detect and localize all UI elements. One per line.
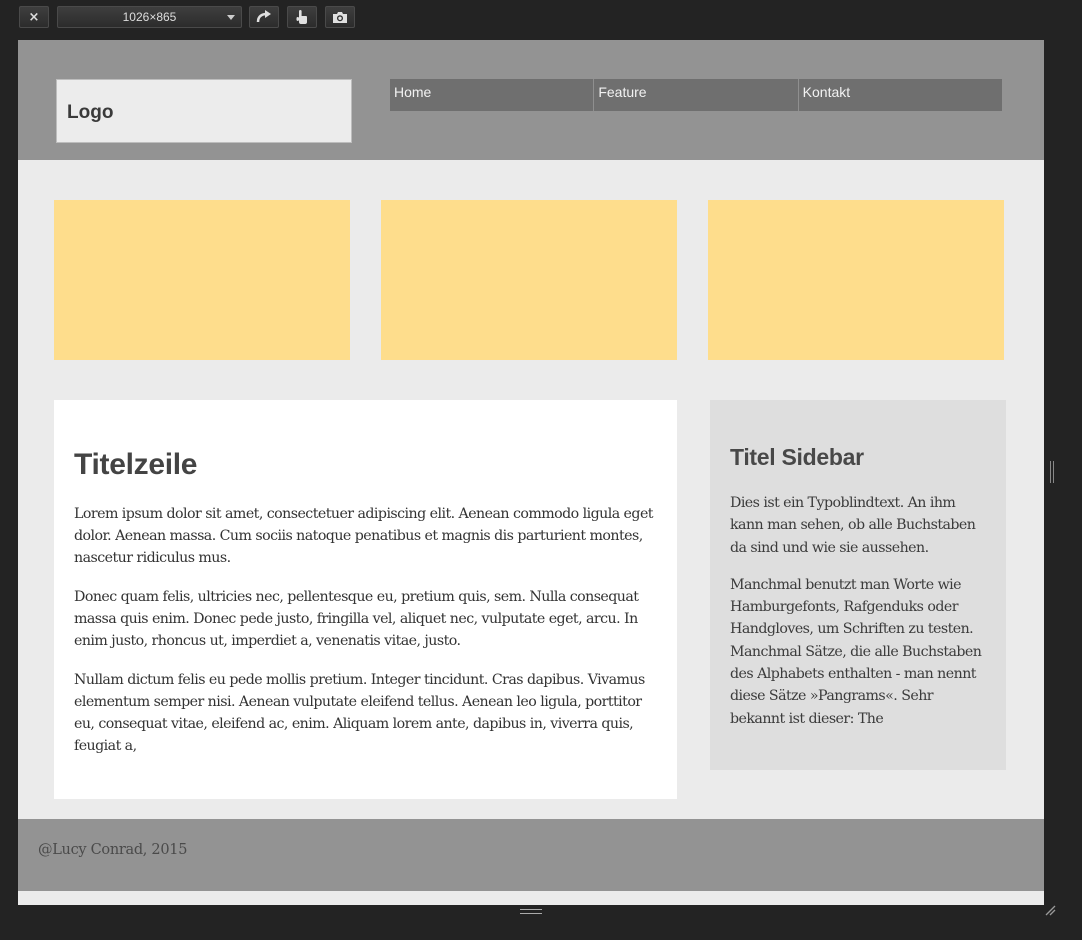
close-button[interactable]: × [19, 6, 49, 28]
logo-box[interactable]: Logo [56, 79, 352, 143]
nav-item-kontakt[interactable]: Kontakt [797, 79, 1002, 111]
main-paragraph-2: Donec quam felis, ultricies nec, pellent… [74, 589, 639, 649]
sidebar-paragraph-2: Manchmal benutzt man Worte wie Hamburgef… [730, 576, 982, 727]
teaser-box-3 [708, 200, 1004, 360]
resize-handle-right[interactable] [1050, 461, 1054, 483]
chevron-down-icon [227, 15, 235, 20]
main-content: Titelzeile Lorem ipsum dolor sit amet, c… [54, 400, 677, 799]
logo: Logo [67, 102, 114, 123]
rotate-button[interactable] [249, 6, 279, 28]
nav-item-home[interactable]: Home [390, 79, 594, 111]
sidebar: Titel Sidebar Dies ist ein Typoblindtext… [710, 400, 1006, 770]
responsive-viewport: Logo Home Feature Kontakt Titelzeile Lor… [18, 40, 1044, 905]
site-footer: @Lucy Conrad, 2015 [18, 819, 1044, 891]
screenshot-button[interactable] [325, 6, 355, 28]
resize-handle-bottom[interactable] [520, 909, 542, 914]
camera-icon [333, 11, 347, 23]
touch-simulation-button[interactable] [287, 6, 317, 28]
resize-handle-corner[interactable] [1044, 904, 1056, 916]
main-nav: Home Feature Kontakt [390, 79, 1002, 111]
footer-copyright: @Lucy Conrad, 2015 [38, 842, 188, 858]
teaser-box-2 [381, 200, 677, 360]
viewport-size-dropdown[interactable]: 1026×865 [57, 6, 242, 28]
close-icon: × [28, 9, 40, 25]
sidebar-paragraph-1: Dies ist ein Typoblindtext. An ihm kann … [730, 495, 976, 556]
main-title: Titelzeile [74, 448, 198, 481]
sidebar-title: Titel Sidebar [730, 444, 864, 470]
rotate-icon [256, 10, 271, 23]
main-paragraph-1: Lorem ipsum dolor sit amet, consectetuer… [74, 506, 654, 566]
main-paragraph-3: Nullam dictum felis eu pede mollis preti… [74, 672, 645, 754]
site-header: Logo Home Feature Kontakt [18, 40, 1044, 160]
teaser-box-1 [54, 200, 350, 360]
viewport-size-label: 1026×865 [122, 10, 177, 24]
nav-item-feature[interactable]: Feature [593, 79, 798, 111]
touch-hand-icon [296, 10, 307, 24]
